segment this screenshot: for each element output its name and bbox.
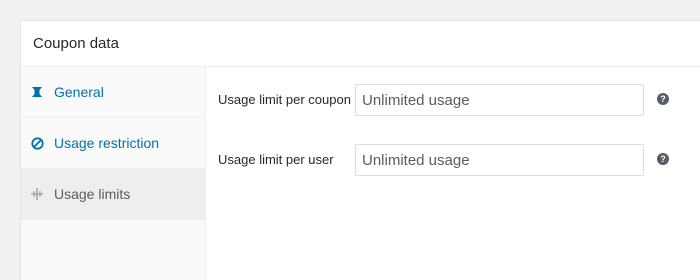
usage-limit-per-user-label: Usage limit per user bbox=[218, 152, 334, 167]
usage-limit-per-coupon-input[interactable] bbox=[355, 84, 644, 116]
coupon-data-panel: Coupon data General Usage restriction Us… bbox=[20, 20, 700, 280]
usage-limit-per-coupon-label: Usage limit per coupon bbox=[218, 92, 351, 107]
coupon-tabs: General Usage restriction Usage limits bbox=[21, 67, 206, 280]
tab-general[interactable]: General bbox=[21, 67, 205, 118]
usage-limit-per-user-input[interactable] bbox=[355, 144, 644, 176]
block-icon bbox=[30, 136, 44, 150]
tab-label: Usage restriction bbox=[54, 135, 160, 151]
tab-usage-limits[interactable]: Usage limits bbox=[21, 169, 205, 220]
tab-usage-restriction[interactable]: Usage restriction bbox=[21, 118, 205, 169]
usage-limit-per-user-row: Usage limit per user ? bbox=[218, 144, 669, 176]
tab-label: General bbox=[54, 84, 104, 100]
help-icon[interactable]: ? bbox=[657, 93, 669, 105]
usage-limits-panel: Usage limit per coupon ? Usage limit per… bbox=[206, 67, 700, 280]
limits-icon bbox=[30, 187, 44, 201]
usage-limit-per-coupon-row: Usage limit per coupon ? bbox=[218, 84, 669, 116]
help-icon[interactable]: ? bbox=[657, 153, 669, 165]
ticket-icon bbox=[30, 85, 44, 99]
panel-header: Coupon data bbox=[21, 21, 700, 67]
panel-title: Coupon data bbox=[33, 35, 119, 52]
tab-label: Usage limits bbox=[54, 186, 131, 202]
